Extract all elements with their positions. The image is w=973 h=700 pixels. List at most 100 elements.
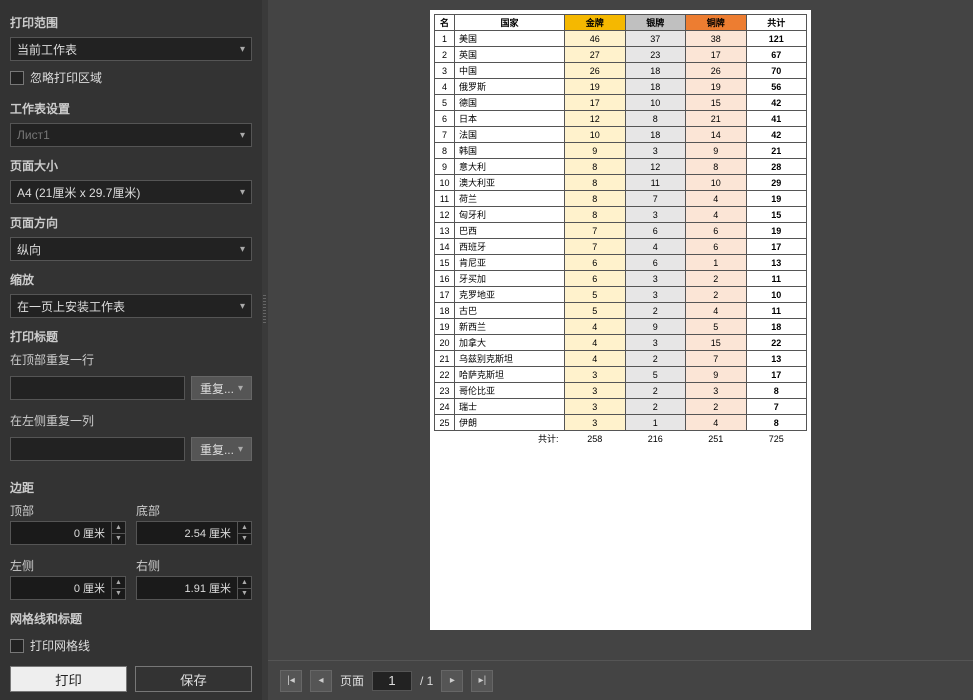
margin-left-label: 左侧 xyxy=(10,557,126,574)
table-row: 16牙买加63211 xyxy=(435,271,807,287)
th-bronze: 铜牌 xyxy=(686,15,747,31)
repeat-left-label: 在左侧重复一列 xyxy=(10,412,252,429)
print-range-value: 当前工作表 xyxy=(17,41,77,58)
table-row: 8韩国93921 xyxy=(435,143,807,159)
table-row: 15肯尼亚66113 xyxy=(435,255,807,271)
table-row: 2英国27231767 xyxy=(435,47,807,63)
th-silver: 银牌 xyxy=(625,15,686,31)
table-row: 11荷兰87419 xyxy=(435,191,807,207)
table-row: 23哥伦比亚3238 xyxy=(435,383,807,399)
medal-table: 名 国家 金牌 银牌 铜牌 共计 1美国4637381212英国27231767… xyxy=(434,14,807,446)
repeat-left-input[interactable] xyxy=(10,437,185,461)
print-gridlines-label: 打印网格线 xyxy=(30,637,90,654)
spin-down-icon[interactable]: ▼ xyxy=(238,534,251,545)
repeat-top-label: 在顶部重复一行 xyxy=(10,351,252,368)
page-size-label: 页面大小 xyxy=(10,157,252,174)
margin-left-input[interactable]: 0 厘米▲▼ xyxy=(10,576,126,600)
save-button[interactable]: 保存 xyxy=(135,666,252,692)
spin-up-icon[interactable]: ▲ xyxy=(112,522,125,534)
last-page-button[interactable]: ▸| xyxy=(471,670,493,692)
page-size-value: A4 (21厘米 x 29.7厘米) xyxy=(17,184,140,201)
gridlines-titles-label: 网格线和标题 xyxy=(10,610,252,627)
ignore-print-area-checkbox[interactable] xyxy=(10,71,24,85)
page-label: 页面 xyxy=(340,672,364,689)
th-country: 国家 xyxy=(455,15,565,31)
table-row: 1美国463738121 xyxy=(435,31,807,47)
chevron-down-icon: ▾ xyxy=(240,44,245,55)
chevron-down-icon: ▾ xyxy=(240,244,245,255)
margin-bottom-label: 底部 xyxy=(136,502,252,519)
ignore-print-area-label: 忽略打印区域 xyxy=(30,69,102,86)
ignore-print-area-row[interactable]: 忽略打印区域 xyxy=(10,65,252,90)
scale-label: 缩放 xyxy=(10,271,252,288)
orientation-value: 纵向 xyxy=(17,241,41,258)
scale-value: 在一页上安装工作表 xyxy=(17,298,125,315)
print-titles-label: 打印标题 xyxy=(10,328,252,345)
table-row: 25伊朗3148 xyxy=(435,415,807,431)
orientation-select[interactable]: 纵向 ▾ xyxy=(10,237,252,261)
spin-up-icon[interactable]: ▲ xyxy=(238,577,251,589)
table-row: 14西班牙74617 xyxy=(435,239,807,255)
table-row: 24瑞士3227 xyxy=(435,399,807,415)
print-gridlines-checkbox[interactable] xyxy=(10,639,24,653)
margin-top-input[interactable]: 0 厘米▲▼ xyxy=(10,521,126,545)
table-row: 19新西兰49518 xyxy=(435,319,807,335)
page-preview: 名 国家 金牌 银牌 铜牌 共计 1美国4637381212英国27231767… xyxy=(430,10,811,630)
th-total: 共计 xyxy=(746,15,807,31)
scale-select[interactable]: 在一页上安装工作表 ▾ xyxy=(10,294,252,318)
margin-top-label: 顶部 xyxy=(10,502,126,519)
th-rank: 名 xyxy=(435,15,455,31)
table-row: 21乌兹别克斯坦42713 xyxy=(435,351,807,367)
spin-up-icon[interactable]: ▲ xyxy=(238,522,251,534)
spin-down-icon[interactable]: ▼ xyxy=(112,534,125,545)
prev-page-button[interactable]: ◂ xyxy=(310,670,332,692)
sheet-settings-label: 工作表设置 xyxy=(10,100,252,117)
table-row: 3中国26182670 xyxy=(435,63,807,79)
sheet-settings-select[interactable]: Лист1 ▾ xyxy=(10,123,252,147)
spin-up-icon[interactable]: ▲ xyxy=(112,577,125,589)
sheet-settings-value: Лист1 xyxy=(17,128,50,142)
spin-down-icon[interactable]: ▼ xyxy=(238,589,251,600)
table-row: 7法国10181442 xyxy=(435,127,807,143)
margin-right-label: 右侧 xyxy=(136,557,252,574)
table-row: 9意大利812828 xyxy=(435,159,807,175)
th-gold: 金牌 xyxy=(565,15,626,31)
table-row: 12匈牙利83415 xyxy=(435,207,807,223)
chevron-down-icon: ▾ xyxy=(240,130,245,141)
margins-label: 边距 xyxy=(10,479,252,496)
spin-down-icon[interactable]: ▼ xyxy=(112,589,125,600)
margin-bottom-input[interactable]: 2.54 厘米▲▼ xyxy=(136,521,252,545)
print-range-label: 打印范围 xyxy=(10,14,252,31)
totals-row: 共计:258216251725 xyxy=(435,431,807,447)
table-row: 5德国17101542 xyxy=(435,95,807,111)
page-number-input[interactable] xyxy=(372,671,412,691)
print-range-select[interactable]: 当前工作表 ▾ xyxy=(10,37,252,61)
print-gridlines-row[interactable]: 打印网格线 xyxy=(10,633,252,658)
pane-divider[interactable] xyxy=(262,0,268,700)
table-row: 22哈萨克斯坦35917 xyxy=(435,367,807,383)
table-row: 4俄罗斯19181956 xyxy=(435,79,807,95)
chevron-down-icon: ▾ xyxy=(238,444,243,455)
table-row: 10澳大利亚8111029 xyxy=(435,175,807,191)
margin-right-input[interactable]: 1.91 厘米▲▼ xyxy=(136,576,252,600)
table-row: 18古巴52411 xyxy=(435,303,807,319)
first-page-button[interactable]: |◂ xyxy=(280,670,302,692)
settings-sidebar: 打印范围 当前工作表 ▾ 忽略打印区域 工作表设置 Лист1 ▾ 页面大小 A… xyxy=(0,0,262,660)
chevron-down-icon: ▾ xyxy=(240,187,245,198)
next-page-button[interactable]: ▸ xyxy=(441,670,463,692)
repeat-top-input[interactable] xyxy=(10,376,185,400)
page-size-select[interactable]: A4 (21厘米 x 29.7厘米) ▾ xyxy=(10,180,252,204)
repeat-top-button[interactable]: 重复...▾ xyxy=(191,376,252,400)
preview-area: 名 国家 金牌 银牌 铜牌 共计 1美国4637381212英国27231767… xyxy=(268,0,973,700)
print-button[interactable]: 打印 xyxy=(10,666,127,692)
orientation-label: 页面方向 xyxy=(10,214,252,231)
chevron-down-icon: ▾ xyxy=(240,301,245,312)
table-row: 6日本1282141 xyxy=(435,111,807,127)
repeat-left-button[interactable]: 重复...▾ xyxy=(191,437,252,461)
preview-footer: |◂ ◂ 页面 / 1 ▸ ▸| xyxy=(268,660,973,700)
table-row: 13巴西76619 xyxy=(435,223,807,239)
page-total: / 1 xyxy=(420,674,433,688)
table-row: 17克罗地亚53210 xyxy=(435,287,807,303)
table-row: 20加拿大431522 xyxy=(435,335,807,351)
chevron-down-icon: ▾ xyxy=(238,383,243,394)
